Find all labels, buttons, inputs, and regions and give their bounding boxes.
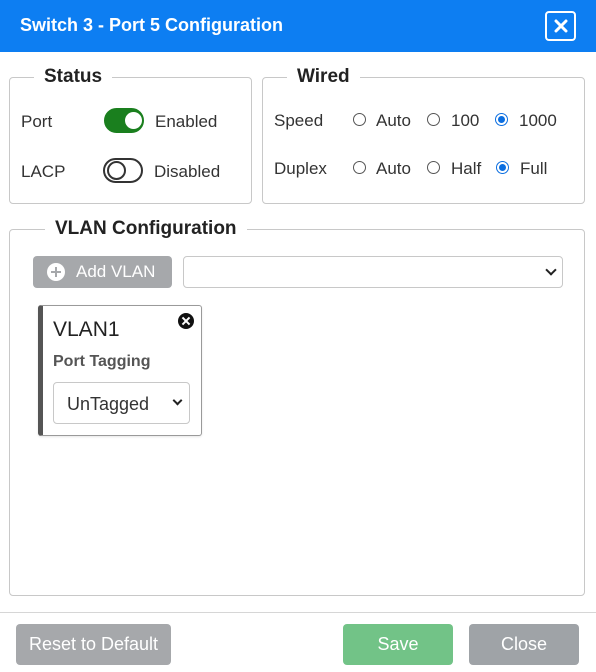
toggle-knob — [107, 161, 126, 180]
port-tagging-value: UnTagged — [67, 394, 150, 414]
speed-option-1000: 1000 — [519, 111, 557, 130]
dialog-footer: Reset to Default Save Close — [0, 612, 596, 672]
speed-radio-1000[interactable] — [495, 113, 508, 126]
close-dialog-button[interactable] — [545, 11, 576, 41]
wired-legend: Wired — [297, 66, 350, 87]
dialog-title: Switch 3 - Port 5 Configuration — [20, 15, 284, 35]
vlan-select[interactable] — [183, 256, 563, 288]
duplex-option-half: Half — [451, 159, 482, 178]
duplex-radio-full[interactable] — [496, 161, 509, 174]
speed-label: Speed — [274, 111, 324, 130]
speed-option-auto: Auto — [376, 111, 411, 130]
plus-circle-icon — [47, 263, 65, 281]
vlan-card: VLAN1 Port Tagging UnTagged — [38, 305, 202, 436]
speed-radio-auto[interactable] — [353, 113, 366, 126]
chevron-down-icon — [545, 264, 557, 276]
lacp-toggle[interactable] — [103, 158, 143, 183]
remove-vlan-icon[interactable] — [178, 313, 194, 329]
reset-to-default-button[interactable]: Reset to Default — [16, 624, 171, 665]
close-button[interactable]: Close — [469, 624, 579, 665]
add-vlan-button[interactable]: Add VLAN — [33, 256, 172, 288]
port-tagging-select[interactable]: UnTagged — [53, 382, 190, 424]
port-tagging-label: Port Tagging — [53, 353, 151, 370]
chevron-down-icon — [172, 395, 183, 406]
toggle-knob — [125, 112, 142, 129]
save-button[interactable]: Save — [343, 624, 453, 665]
close-icon — [554, 19, 567, 33]
status-section: Status — [9, 66, 252, 204]
port-label: Port — [21, 112, 53, 131]
duplex-radio-half[interactable] — [427, 161, 440, 174]
dialog-titlebar: Switch 3 - Port 5 Configuration — [0, 0, 596, 52]
status-legend: Status — [44, 66, 103, 87]
lacp-label: LACP — [21, 162, 66, 181]
vlan-configuration-legend: VLAN Configuration — [55, 218, 237, 239]
lacp-state: Disabled — [154, 162, 221, 181]
speed-radio-100[interactable] — [427, 113, 440, 126]
duplex-option-full: Full — [520, 159, 548, 178]
add-vlan-label: Add VLAN — [76, 262, 156, 281]
duplex-option-auto: Auto — [376, 159, 411, 178]
vlan-name: VLAN1 — [53, 318, 120, 341]
wired-section: Wired — [262, 66, 585, 204]
duplex-label: Duplex — [274, 159, 327, 178]
port-state: Enabled — [155, 112, 218, 131]
duplex-radio-auto[interactable] — [353, 161, 366, 174]
speed-option-100: 100 — [451, 111, 480, 130]
port-toggle[interactable] — [104, 108, 144, 133]
